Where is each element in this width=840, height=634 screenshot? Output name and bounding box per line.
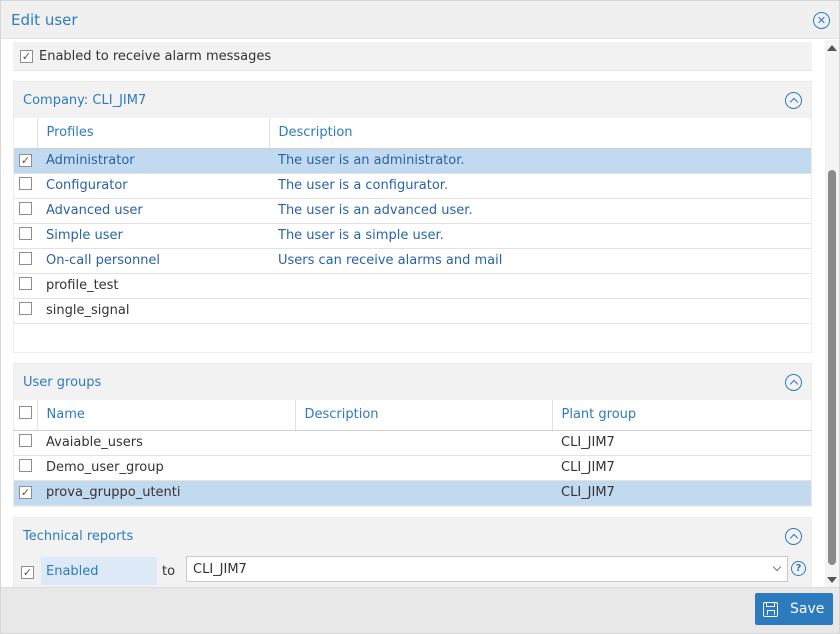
checkmark-icon: ✓ [20, 154, 31, 167]
row-checkbox[interactable] [19, 459, 32, 472]
profile-description: The user is an administrator. [269, 148, 811, 174]
profile-description [269, 273, 811, 299]
company-section-title: Company: CLI_JIM7 [23, 92, 147, 108]
group-plant-group: CLI_JIM7 [552, 480, 811, 506]
alarm-messages-label: Enabled to receive alarm messages [39, 48, 272, 64]
profiles-column-header[interactable]: Profiles [36, 118, 269, 149]
company-section: Company: CLI_JIM7 Profiles Description ✓… [13, 81, 812, 353]
group-description [295, 430, 552, 456]
dialog-title: Edit user [11, 11, 78, 29]
technical-reports-checkbox[interactable]: ✓ [21, 565, 34, 579]
group-description [295, 480, 552, 506]
group-plant-group: CLI_JIM7 [552, 430, 811, 456]
row-checkbox[interactable] [19, 202, 32, 215]
profile-name: profile_test [37, 273, 269, 299]
group-plant-group: CLI_JIM7 [552, 455, 811, 481]
plant-group-select[interactable]: CLI_JIM7 [186, 556, 788, 582]
user-groups-section-title: User groups [23, 374, 102, 390]
checkmark-icon: ✓ [20, 486, 31, 499]
select-all-checkbox[interactable] [18, 406, 32, 420]
group-name: prova_gruppo_utenti [37, 480, 295, 506]
row-checkbox[interactable] [19, 177, 32, 190]
help-icon[interactable]: ? [791, 561, 806, 576]
profile-description: Users can receive alarms and mail [269, 248, 811, 274]
company-section-header: Company: CLI_JIM7 [14, 82, 811, 118]
group-description [295, 455, 552, 481]
user-groups-section-header: User groups [14, 364, 811, 400]
scroll-up-arrow-icon[interactable] [827, 45, 837, 51]
name-column-header[interactable]: Name [36, 400, 295, 431]
dialog-titlebar: Edit user ✕ [1, 1, 839, 39]
profile-name: Configurator [37, 173, 269, 199]
user-groups-section: User groups Name Description Plant group [13, 363, 812, 507]
user-groups-table: Name Description Plant group Avaiable_us… [14, 400, 811, 506]
profile-description: The user is a simple user. [269, 223, 811, 249]
user-groups-header-row: Name Description Plant group [14, 400, 811, 431]
table-row[interactable]: ✓ prova_gruppo_utenti CLI_JIM7 [14, 480, 811, 506]
profile-description: The user is an advanced user. [269, 198, 811, 224]
table-row[interactable]: Avaiable_users CLI_JIM7 [14, 430, 811, 456]
save-button-label: Save [790, 601, 825, 617]
alarm-messages-row: ✓ Enabled to receive alarm messages [13, 42, 812, 71]
edit-user-dialog: Edit user ✕ ✓ Enabled to receive alarm m… [0, 0, 840, 634]
table-row[interactable]: Simple user The user is a simple user. [14, 223, 811, 249]
content-scrollbar[interactable] [825, 40, 839, 587]
scrollbar-thumb[interactable] [828, 170, 836, 565]
chevron-up-icon[interactable] [785, 528, 802, 545]
table-row[interactable]: ✓ Administrator The user is an administr… [14, 148, 811, 174]
profile-description: The user is a configurator. [269, 173, 811, 199]
plant-group-column-header[interactable]: Plant group [551, 400, 811, 431]
row-checkbox[interactable]: ✓ [19, 486, 32, 499]
dialog-content: ✓ Enabled to receive alarm messages Comp… [1, 40, 825, 587]
profile-name: Advanced user [37, 198, 269, 224]
dialog-footer: Save [1, 587, 839, 633]
close-icon[interactable]: ✕ [813, 12, 830, 29]
technical-reports-section-header: Technical reports [14, 518, 811, 554]
row-checkbox[interactable] [19, 227, 32, 240]
profile-name: Simple user [37, 223, 269, 249]
profile-name: Administrator [37, 148, 269, 174]
description-column-header[interactable]: Description [268, 118, 811, 149]
enabled-label: Enabled [41, 557, 157, 585]
floppy-disk-icon [763, 601, 778, 617]
row-checkbox[interactable] [19, 252, 32, 265]
technical-reports-section: Technical reports ✓ Enabled to CLI_JIM7 … [13, 517, 812, 587]
alarm-messages-checkbox[interactable]: ✓ [20, 49, 33, 63]
technical-reports-row: ✓ Enabled to CLI_JIM7 ? [14, 554, 811, 587]
row-checkbox[interactable] [19, 302, 32, 315]
profiles-table-filler [14, 324, 811, 352]
table-row[interactable]: single_signal [14, 298, 811, 324]
profile-name: On-call personnel [37, 248, 269, 274]
plant-group-select-value: CLI_JIM7 [193, 561, 247, 577]
group-name: Demo_user_group [37, 455, 295, 481]
profiles-table: Profiles Description ✓ Administrator The… [14, 118, 811, 324]
profiles-header-row: Profiles Description [14, 118, 811, 149]
group-name: Avaiable_users [37, 430, 295, 456]
table-row[interactable]: profile_test [14, 273, 811, 299]
row-checkbox[interactable] [19, 434, 32, 447]
scroll-down-arrow-icon[interactable] [827, 577, 837, 583]
chevron-up-icon[interactable] [785, 92, 802, 109]
profiles-header-checkbox-cell [14, 118, 37, 149]
profile-description [269, 298, 811, 324]
chevron-up-icon[interactable] [785, 374, 802, 391]
technical-reports-section-title: Technical reports [23, 528, 134, 544]
description-column-header[interactable]: Description [294, 400, 552, 431]
table-row[interactable]: Demo_user_group CLI_JIM7 [14, 455, 811, 481]
save-button[interactable]: Save [755, 593, 833, 625]
chevron-down-icon [772, 562, 782, 572]
table-row[interactable]: On-call personnel Users can receive alar… [14, 248, 811, 274]
checkmark-icon: ✓ [22, 565, 33, 579]
profile-name: single_signal [37, 298, 269, 324]
table-row[interactable]: Configurator The user is a configurator. [14, 173, 811, 199]
row-checkbox[interactable] [19, 277, 32, 290]
row-checkbox[interactable]: ✓ [19, 154, 32, 167]
to-label: to [162, 564, 176, 579]
checkmark-icon: ✓ [21, 49, 32, 63]
table-row[interactable]: Advanced user The user is an advanced us… [14, 198, 811, 224]
